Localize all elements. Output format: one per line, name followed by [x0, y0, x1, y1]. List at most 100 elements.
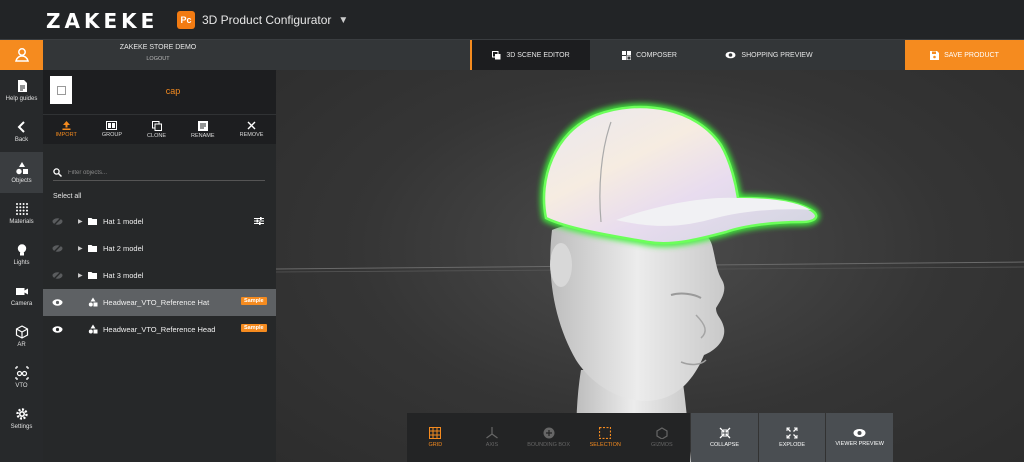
toolbar-label: EXPLODE — [779, 442, 806, 448]
3d-viewport[interactable] — [276, 70, 1024, 462]
eye-icon — [725, 51, 736, 59]
product-title: cap — [165, 86, 181, 96]
product-header: cap — [43, 70, 276, 114]
rail-objects[interactable]: Objects — [0, 152, 43, 193]
left-rail: Help guides Back Objects Materials Light… — [0, 40, 43, 462]
gear-icon — [15, 408, 28, 420]
rail-settings[interactable]: Settings — [0, 398, 43, 439]
list-item[interactable]: Headwear_VTO_Reference Head Sample — [43, 316, 276, 343]
tab-label: SHOPPING PREVIEW — [741, 51, 813, 59]
eye-off-icon[interactable] — [52, 243, 63, 254]
rail-lights[interactable]: Lights — [0, 234, 43, 275]
tool-label: CLONE — [147, 132, 166, 139]
explode-button[interactable]: EXPLODE — [758, 413, 826, 462]
object-label: Hat 3 model — [103, 271, 144, 280]
tool-label: RENAME — [191, 132, 215, 139]
bounding-box-icon — [543, 427, 555, 439]
app-name: 3D Product Configurator — [202, 13, 332, 27]
rail-label: Materials — [9, 219, 34, 225]
list-item[interactable]: Headwear_VTO_Reference Hat Sample — [43, 289, 276, 316]
tab-composer[interactable]: COMPOSER — [590, 40, 709, 70]
product-thumbnail[interactable] — [50, 76, 72, 104]
tool-label: IMPORT — [55, 132, 77, 138]
toolbar-label: VIEWER PREVIEW — [835, 441, 884, 447]
viewer-preview-button[interactable]: VIEWER PREVIEW — [826, 413, 893, 462]
eye-icon[interactable] — [52, 324, 63, 335]
save-product-button[interactable]: SAVE PRODUCT — [905, 40, 1024, 70]
filter-objects-input[interactable] — [68, 169, 248, 176]
collapse-button[interactable]: COLLAPSE — [691, 413, 758, 462]
logout-link[interactable]: LOGOUT — [88, 56, 228, 62]
object-toolbar: IMPORT GROUP CLONE RENAME REMOVE — [43, 114, 276, 144]
expand-caret-icon[interactable]: ▶ — [78, 272, 83, 279]
close-icon — [247, 121, 256, 130]
axis-toggle[interactable]: AXIS — [463, 413, 521, 462]
bulb-icon — [17, 244, 26, 256]
folder-icon — [88, 218, 97, 225]
copy-icon — [492, 50, 501, 59]
viewport-toolbar: GRID AXIS BOUNDING BOX SELECTION GIZMOS … — [407, 413, 893, 462]
rail-label: Back — [14, 137, 29, 143]
axis-icon — [486, 427, 498, 439]
object-label: Hat 2 model — [103, 244, 144, 253]
rail-back[interactable]: Back — [0, 111, 43, 152]
group-button[interactable]: GROUP — [102, 121, 122, 138]
folder-icon — [88, 245, 97, 252]
object-list: ▶ Hat 1 model ▶ Hat 2 model ▶ Hat 3 mode… — [43, 208, 276, 343]
zakeke-logo: ZAKEKE — [46, 9, 159, 33]
rail-help-guides[interactable]: Help guides — [0, 70, 43, 111]
shapes-icon — [88, 324, 98, 334]
bounding-box-toggle[interactable]: BOUNDING BOX — [520, 413, 577, 462]
remove-button[interactable]: REMOVE — [240, 121, 263, 138]
gizmos-icon — [656, 427, 668, 439]
sliders-icon[interactable] — [254, 216, 264, 226]
camera-icon — [15, 288, 28, 295]
editor-tabs: 3D SCENE EDITOR COMPOSER SHOPPING PREVIE… — [470, 40, 829, 70]
sample-badge: Sample — [241, 297, 267, 305]
rail-materials[interactable]: Materials — [0, 193, 43, 234]
sample-badge: Sample — [241, 324, 267, 332]
grid-toggle[interactable]: GRID — [407, 413, 464, 462]
toolbar-label: GRID — [428, 442, 443, 448]
store-bar: ZAKEKE STORE DEMO LOGOUT 3D SCENE EDITOR… — [43, 40, 1024, 70]
select-all-link[interactable]: Select all — [53, 193, 81, 200]
eye-off-icon[interactable] — [52, 270, 63, 281]
tab-3d-scene-editor[interactable]: 3D SCENE EDITOR — [470, 40, 590, 70]
shapes-icon — [88, 297, 98, 307]
expand-caret-icon[interactable]: ▶ — [78, 218, 83, 225]
scene-render — [276, 103, 1024, 462]
toolbar-label: COLLAPSE — [709, 442, 740, 448]
search-icon — [53, 168, 62, 177]
rail-camera[interactable]: Camera — [0, 275, 43, 316]
app-switcher[interactable]: Pc 3D Product Configurator ▼ — [177, 9, 348, 31]
gizmos-toggle[interactable]: GIZMOS — [633, 413, 691, 462]
chevron-down-icon: ▼ — [338, 14, 349, 26]
rail-vto[interactable]: VTO — [0, 357, 43, 398]
group-icon — [106, 121, 118, 130]
list-item[interactable]: ▶ Hat 2 model — [43, 235, 276, 262]
save-label: SAVE PRODUCT — [944, 51, 999, 59]
eye-off-icon[interactable] — [52, 216, 63, 227]
tab-shopping-preview[interactable]: SHOPPING PREVIEW — [709, 40, 829, 70]
grid-icon — [429, 427, 442, 439]
rail-label: Settings — [10, 424, 33, 430]
eye-icon[interactable] — [52, 297, 63, 308]
reference-head — [550, 220, 725, 401]
list-item[interactable]: ▶ Hat 1 model — [43, 208, 276, 235]
expand-caret-icon[interactable]: ▶ — [78, 245, 83, 252]
composer-icon — [622, 50, 632, 60]
object-label: Headwear_VTO_Reference Head — [103, 325, 216, 334]
rename-button[interactable]: RENAME — [191, 120, 215, 139]
rail-label: Help guides — [5, 96, 38, 102]
store-name: ZAKEKE STORE DEMO — [119, 44, 197, 51]
selection-toggle[interactable]: SELECTION — [576, 413, 634, 462]
list-item[interactable]: ▶ Hat 3 model — [43, 262, 276, 289]
rail-label: VTO — [15, 383, 28, 389]
object-label: Hat 1 model — [103, 217, 144, 226]
rail-ar[interactable]: AR — [0, 316, 43, 357]
clone-button[interactable]: CLONE — [147, 120, 166, 139]
eye-icon — [853, 429, 866, 437]
import-button[interactable]: IMPORT — [56, 121, 77, 138]
chevron-left-icon — [17, 121, 25, 133]
user-icon-button[interactable] — [0, 40, 43, 70]
